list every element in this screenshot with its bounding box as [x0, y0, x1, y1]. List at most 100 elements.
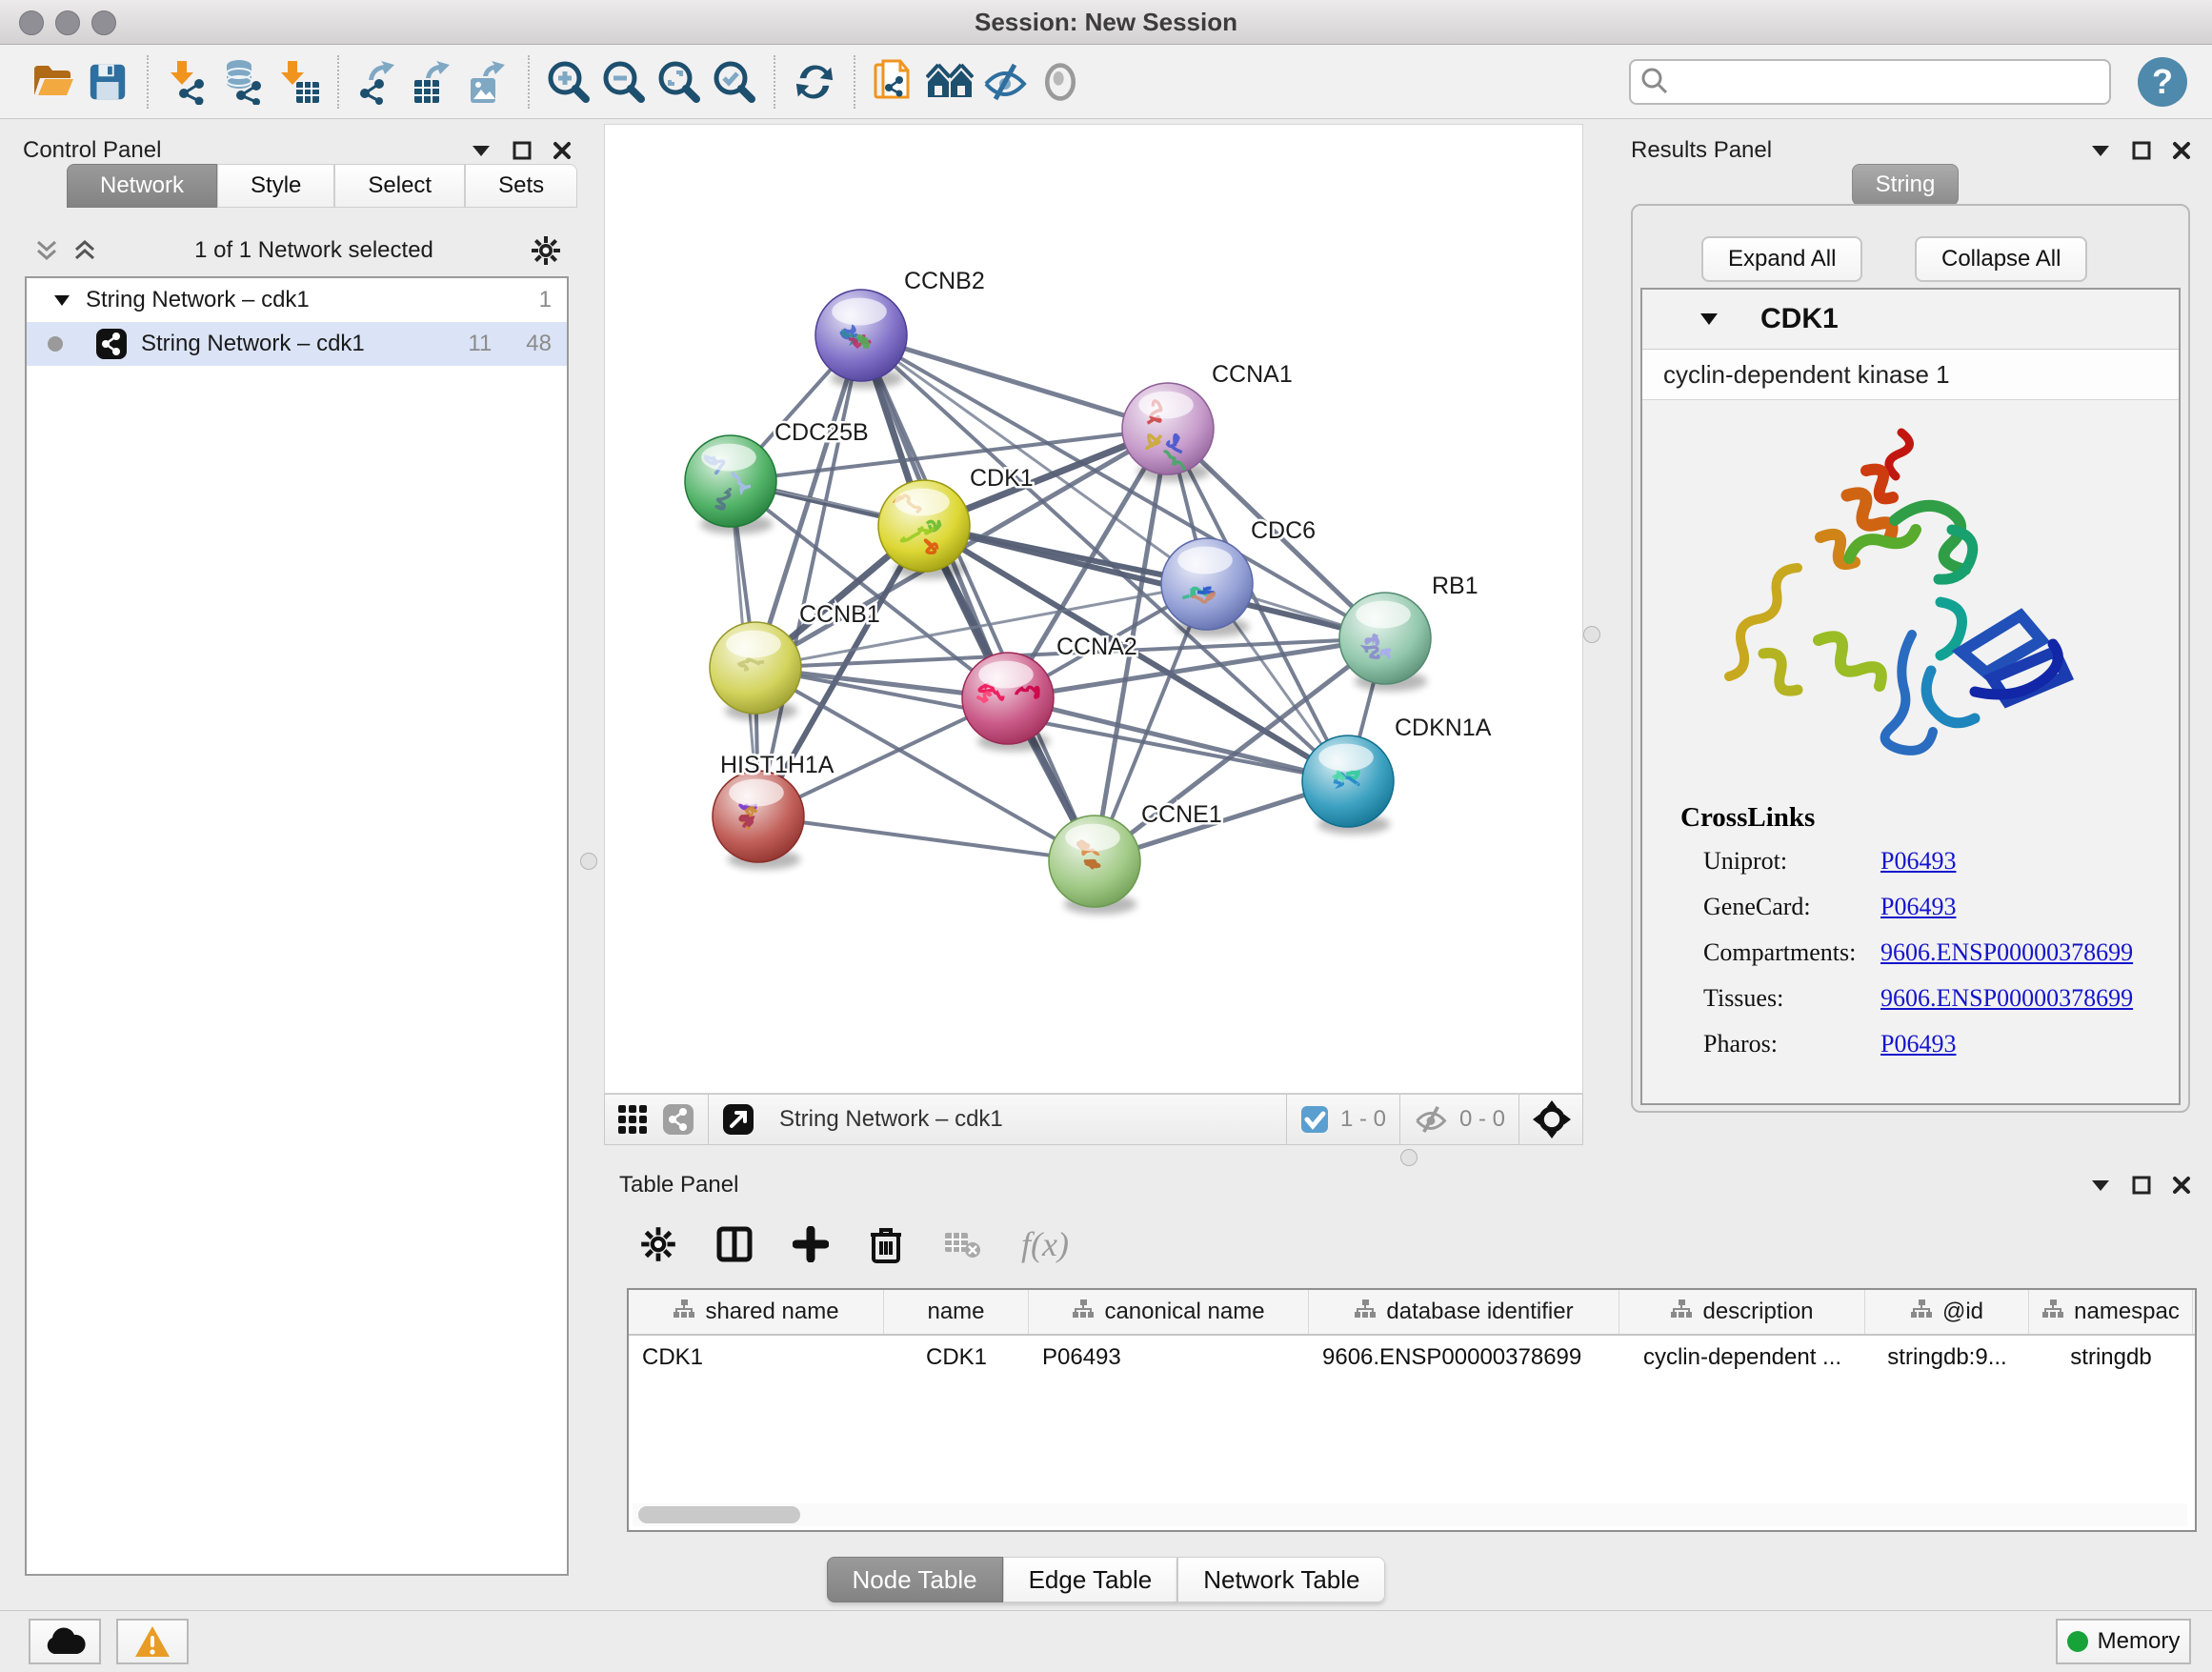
save-icon — [86, 60, 130, 104]
table-cell[interactable]: cyclin-dependent ... — [1619, 1336, 1865, 1380]
network-edge[interactable] — [861, 335, 1095, 861]
tree-column-icon — [1670, 1299, 1693, 1326]
network-icon — [95, 328, 128, 360]
network-edge[interactable] — [924, 526, 1385, 638]
export-table-button[interactable] — [406, 53, 461, 111]
right-splitter-handle[interactable] — [1583, 626, 1600, 643]
crosslink-link[interactable]: 9606.ENSP00000378699 — [1880, 984, 2133, 1013]
collapse-all-icon[interactable] — [34, 238, 59, 263]
zoom-fit-button[interactable] — [652, 53, 707, 111]
crosslink-link[interactable]: P06493 — [1880, 1030, 1956, 1058]
crosslink-link[interactable]: P06493 — [1880, 847, 1956, 876]
gene-expander-icon[interactable] — [1699, 312, 1719, 326]
crosslink-link[interactable]: 9606.ENSP00000378699 — [1880, 938, 2133, 967]
import-network-file-button[interactable] — [160, 53, 215, 111]
panel-menu-icon[interactable] — [471, 144, 492, 157]
first-neighbors-button[interactable] — [867, 53, 922, 111]
panel-close-icon[interactable] — [2172, 1176, 2191, 1195]
zoom-out-icon — [601, 59, 647, 105]
save-session-button[interactable] — [80, 53, 135, 111]
table-row[interactable]: CDK1CDK1P064939606.ENSP00000378699cyclin… — [629, 1336, 2195, 1380]
column-header-namespac[interactable]: namespac — [2029, 1290, 2193, 1334]
column-header-database-identifier[interactable]: database identifier — [1309, 1290, 1619, 1334]
import-table-button[interactable] — [271, 53, 326, 111]
crosslink-label: Uniprot: — [1703, 847, 1880, 876]
table-cell[interactable]: stringdb — [2029, 1336, 2193, 1380]
network-canvas[interactable]: CCNB2CCNA1CDC25BCDK1CDC6RB1CCNB1CCNA2CDK… — [604, 124, 1583, 1094]
search-input[interactable] — [1629, 59, 2111, 105]
table-cell[interactable]: CDK1 — [884, 1336, 1029, 1380]
zoom-in-button[interactable] — [541, 53, 596, 111]
tab-edge-table[interactable]: Edge Table — [1003, 1557, 1178, 1602]
column-header-name[interactable]: name — [884, 1290, 1029, 1334]
export-network-button[interactable] — [351, 53, 406, 111]
import-network-database-button[interactable] — [215, 53, 271, 111]
delete-column-trash-icon[interactable] — [869, 1225, 903, 1263]
tab-string[interactable]: String — [1852, 164, 1959, 206]
tree-expander-icon[interactable] — [53, 294, 70, 307]
scrollbar-thumb[interactable] — [638, 1506, 800, 1523]
tab-network[interactable]: Network — [67, 164, 217, 208]
expand-all-button[interactable]: Expand All — [1701, 236, 1862, 282]
panel-float-icon[interactable] — [2132, 1176, 2151, 1195]
zoom-out-button[interactable] — [596, 53, 652, 111]
gear-icon[interactable] — [531, 235, 561, 266]
table-settings-gear-icon[interactable] — [640, 1226, 676, 1262]
panel-close-icon[interactable] — [553, 141, 572, 160]
selected-checkbox-icon[interactable] — [1300, 1105, 1329, 1134]
zoom-selected-button[interactable] — [707, 53, 762, 111]
table-cell[interactable]: P06493 — [1029, 1336, 1309, 1380]
panel-menu-icon[interactable] — [2090, 1178, 2111, 1192]
network-view-icon[interactable] — [662, 1103, 694, 1136]
control-panel-tabs: NetworkStyleSelectSets — [67, 164, 577, 208]
memory-button[interactable]: Memory — [2056, 1619, 2191, 1664]
column-header-@id[interactable]: @id — [1865, 1290, 2029, 1334]
table-cell[interactable]: stringdb:9... — [1865, 1336, 2029, 1380]
column-label: database identifier — [1386, 1299, 1573, 1325]
hide-selected-button[interactable] — [977, 53, 1033, 111]
horizontal-scrollbar[interactable] — [633, 1503, 2187, 1526]
crosslink-row: Compartments:9606.ENSP00000378699 — [1703, 938, 2179, 967]
network-edge[interactable] — [758, 335, 861, 816]
bottom-splitter-handle[interactable] — [1400, 1149, 1418, 1166]
tab-style[interactable]: Style — [217, 164, 334, 208]
eye-icon — [1039, 61, 1081, 103]
fit-selected-icon[interactable] — [1533, 1100, 1571, 1138]
column-header-shared-name[interactable]: shared name — [629, 1290, 884, 1334]
collapse-all-button[interactable]: Collapse All — [1915, 236, 2087, 282]
houses-button[interactable] — [922, 53, 977, 111]
open-file-button[interactable] — [25, 53, 80, 111]
tab-node-table[interactable]: Node Table — [827, 1557, 1003, 1602]
select-columns-icon[interactable] — [716, 1226, 753, 1262]
refresh-view-button[interactable] — [787, 53, 842, 111]
network-edge[interactable] — [861, 335, 1168, 429]
expand-all-icon[interactable] — [72, 238, 97, 263]
network-collection-row[interactable]: String Network – cdk1 1 — [27, 278, 567, 322]
panel-menu-icon[interactable] — [2090, 144, 2111, 157]
show-all-button[interactable] — [1033, 53, 1088, 111]
tab-sets[interactable]: Sets — [465, 164, 577, 208]
detach-view-icon[interactable] — [722, 1103, 754, 1136]
help-button[interactable]: ? — [2138, 57, 2187, 107]
tab-network-table[interactable]: Network Table — [1177, 1557, 1385, 1602]
tab-select[interactable]: Select — [334, 164, 465, 208]
column-header-canonical-name[interactable]: canonical name — [1029, 1290, 1309, 1334]
export-image-button[interactable] — [461, 53, 516, 111]
network-graph[interactable]: CCNB2CCNA1CDC25BCDK1CDC6RB1CCNB1CCNA2CDK… — [605, 125, 1582, 1093]
panel-close-icon[interactable] — [2172, 141, 2191, 160]
add-column-icon[interactable] — [793, 1226, 829, 1262]
table-cell[interactable]: CDK1 — [629, 1336, 884, 1380]
node-label-CCNA2: CCNA2 — [1056, 634, 1137, 660]
panel-float-icon[interactable] — [513, 141, 532, 160]
gene-card-header[interactable]: CDK1 — [1642, 290, 2179, 350]
warnings-button[interactable] — [116, 1619, 189, 1664]
network-row-selected[interactable]: String Network – cdk1 11 48 — [27, 322, 567, 366]
grid-view-icon[interactable] — [616, 1103, 649, 1136]
left-splitter-handle[interactable] — [580, 853, 597, 870]
panel-float-icon[interactable] — [2132, 141, 2151, 160]
cloud-button[interactable] — [29, 1619, 101, 1664]
crosslink-link[interactable]: P06493 — [1880, 893, 1956, 921]
column-header-description[interactable]: description — [1619, 1290, 1865, 1334]
table-cell[interactable]: 9606.ENSP00000378699 — [1309, 1336, 1619, 1380]
network-edge[interactable] — [758, 816, 1095, 861]
